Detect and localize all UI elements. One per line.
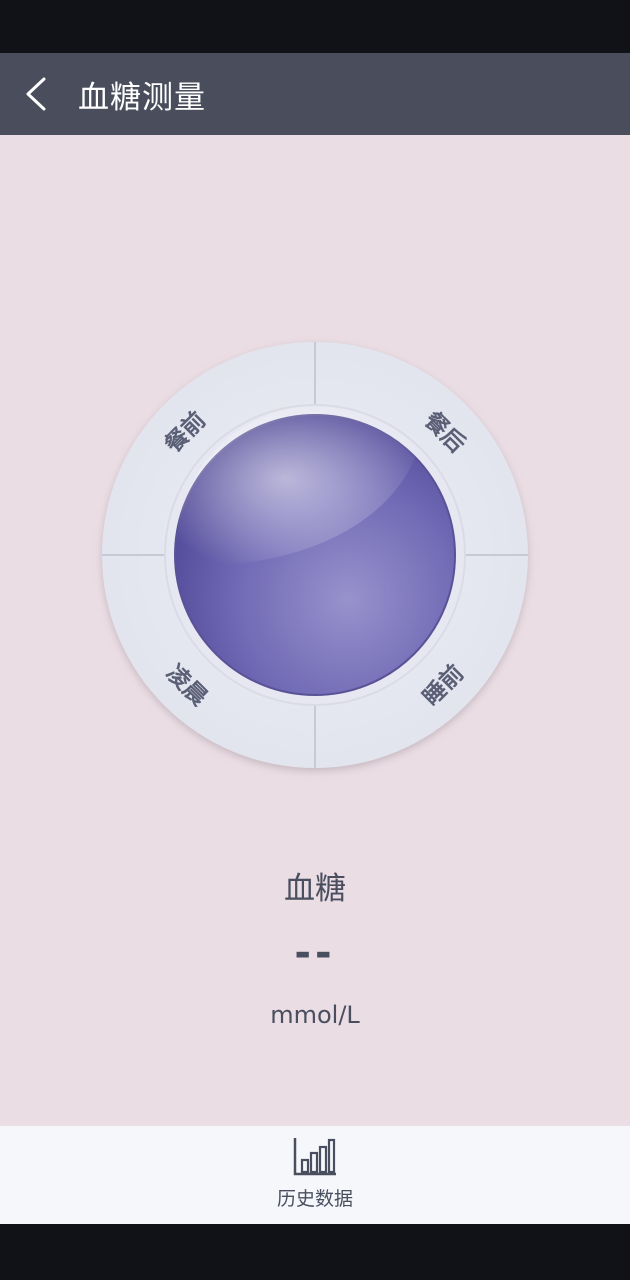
status-bar <box>0 0 630 53</box>
measurement-dial: 餐前 餐后 凌晨 睡前 <box>100 340 530 770</box>
back-button[interactable] <box>0 53 72 135</box>
page-title: 血糖测量 <box>78 79 206 116</box>
bar-chart-icon <box>293 1138 336 1176</box>
reading-unit: mmol/L <box>270 1001 360 1029</box>
header-bar: 血糖测量 <box>0 53 630 135</box>
history-data-label: 历史数据 <box>276 1188 353 1210</box>
measure-center-button[interactable] <box>174 406 456 696</box>
system-nav-bar <box>0 1224 630 1280</box>
main-content: 餐前 餐后 凌晨 睡前 血糖 -- mmol/L <box>0 135 630 1126</box>
reading-value: -- <box>294 930 336 976</box>
chevron-left-icon <box>26 77 46 111</box>
history-data-button[interactable]: 历史数据 <box>255 1136 375 1220</box>
bottom-nav: 历史数据 <box>0 1126 630 1224</box>
reading-title: 血糖 <box>284 871 346 907</box>
